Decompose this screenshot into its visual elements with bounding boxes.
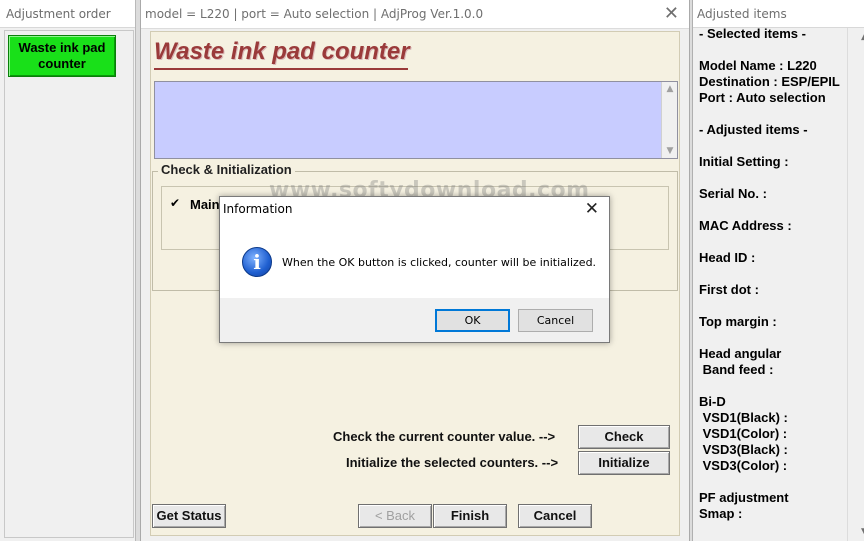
finish-button[interactable]: Finish: [433, 504, 507, 528]
info-icon: i: [242, 247, 272, 277]
scroll-down-icon[interactable]: ▼: [856, 527, 864, 537]
adjustment-order-panel: Waste ink pad counter: [4, 30, 134, 538]
main-checkbox[interactable]: ✔: [170, 197, 183, 210]
scroll-up-icon[interactable]: ▲: [662, 84, 678, 94]
main-window-title: model = L220 | port = Auto selection | A…: [141, 0, 689, 29]
adjusted-item-line: Smap :: [699, 506, 743, 521]
adjusted-item-line: [699, 138, 845, 154]
back-button[interactable]: < Back: [358, 504, 432, 528]
title-underline: [154, 68, 408, 70]
scroll-down-icon[interactable]: ▼: [662, 146, 678, 156]
group-label: Check & Initialization: [158, 162, 295, 177]
information-dialog: Information ✕ i When the OK button is cl…: [219, 196, 610, 343]
adjusted-item-line: VSD3(Color) :: [699, 458, 788, 473]
adjusted-item-line: [699, 234, 845, 250]
scroll-up-icon[interactable]: ▲: [856, 32, 864, 42]
main-close-icon[interactable]: ✕: [664, 2, 679, 26]
adjusted-item-line: [699, 266, 845, 282]
adjusted-item-line: [699, 298, 845, 314]
adjusted-item-line: - Adjusted items -: [699, 122, 808, 137]
dialog-message: When the OK button is clicked, counter w…: [282, 256, 597, 269]
adjusted-item-line: MAC Address :: [699, 218, 792, 233]
adjusted-item-line: [699, 202, 845, 218]
adjusted-item-line: Head ID :: [699, 250, 756, 265]
adjustment-order-window: Adjustment order Waste ink pad counter: [0, 0, 136, 541]
check-row-label: Check the current counter value. -->: [333, 429, 556, 444]
output-scrollbar[interactable]: ▲ ▼: [661, 82, 677, 158]
adjusted-item-line: Top margin :: [699, 314, 777, 329]
adjusted-item-line: Initial Setting :: [699, 154, 789, 169]
adjusted-item-line: Serial No. :: [699, 186, 767, 201]
get-status-button[interactable]: Get Status: [152, 504, 226, 528]
adjusted-item-line: Destination : ESP/EPIL: [699, 74, 840, 89]
adjusted-item-line: VSD1(Black) :: [699, 410, 788, 425]
adjusted-items-title: Adjusted items: [693, 0, 864, 28]
adjusted-item-line: [699, 378, 845, 394]
adjusted-item-line: [699, 474, 845, 490]
adjusted-items-window: Adjusted items - Selected items - Model …: [692, 0, 864, 541]
adjusted-items-scrollbar[interactable]: ▲ ▼: [847, 28, 864, 541]
adjusted-item-line: Port : Auto selection: [699, 90, 826, 105]
main-checkbox-label: Main: [190, 197, 220, 212]
initialize-button[interactable]: Initialize: [578, 451, 670, 475]
init-row-label: Initialize the selected counters. -->: [346, 455, 559, 470]
adjusted-item-line: VSD1(Color) :: [699, 426, 788, 441]
page-title: Waste ink pad counter: [154, 38, 410, 65]
adjusted-item-line: PF adjustment: [699, 490, 789, 505]
dialog-close-icon[interactable]: ✕: [585, 199, 599, 219]
dialog-footer: OK Cancel: [220, 298, 609, 342]
dialog-cancel-button[interactable]: Cancel: [518, 309, 593, 332]
adjustment-order-title: Adjustment order: [0, 0, 135, 28]
adjusted-item-line: VSD3(Black) :: [699, 442, 788, 457]
adjusted-item-line: [699, 330, 845, 346]
output-text-area[interactable]: ▲ ▼: [154, 81, 678, 159]
adjusted-item-line: [699, 170, 845, 186]
adjusted-item-line: Model Name : L220: [699, 58, 817, 73]
adjusted-item-line: Head angular: [699, 346, 782, 361]
adjusted-item-line: - Selected items -: [699, 26, 806, 41]
adjusted-item-line: [699, 42, 845, 58]
adjusted-items-list: - Selected items - Model Name : L220 Dest…: [699, 26, 845, 522]
waste-ink-pad-counter-button[interactable]: Waste ink pad counter: [8, 35, 116, 77]
adjusted-item-line: Bi-D: [699, 394, 726, 409]
dialog-title: Information: [223, 202, 293, 216]
cancel-button[interactable]: Cancel: [518, 504, 592, 528]
adjusted-item-line: Band feed :: [699, 362, 774, 377]
dialog-ok-button[interactable]: OK: [435, 309, 510, 332]
adjusted-item-line: First dot :: [699, 282, 759, 297]
adjusted-item-line: [699, 106, 845, 122]
check-button[interactable]: Check: [578, 425, 670, 449]
